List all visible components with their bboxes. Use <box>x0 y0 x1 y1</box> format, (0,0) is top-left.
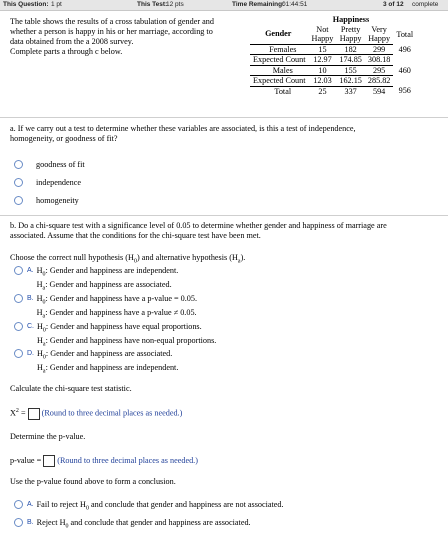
part-a-question: a. If we carry out a test to determine w… <box>10 124 356 143</box>
chi-square-row: X2 = (Round to three decimal places as ne… <box>10 406 435 420</box>
conclusion-option-b[interactable]: B. Reject H0 and conclude that gender an… <box>14 518 251 532</box>
p-value-prompt: Determine the p-value. <box>10 432 86 441</box>
hypothesis-prompt: Choose the correct null hypothesis (H0) … <box>10 253 246 265</box>
conclusion-prompt: Use the p-value found above to form a co… <box>10 477 176 486</box>
very-happy-header: Very Happy <box>364 24 394 45</box>
radio-button[interactable] <box>14 160 23 169</box>
hypothesis-option-a[interactable]: A. H0: Gender and happiness are independ… <box>14 266 178 294</box>
pretty-happy-header: Pretty Happy <box>336 24 365 45</box>
this-question-label: This Question: <box>3 1 49 8</box>
hypothesis-option-c[interactable]: C. H0: Gender and happiness have equal p… <box>14 322 216 350</box>
radio-button[interactable] <box>14 322 23 331</box>
conclusion-option-a[interactable]: A. Fail to reject H0 and conclude that g… <box>14 500 284 514</box>
chi-round-note: (Round to three decimal places as needed… <box>41 408 183 418</box>
progress-status: complete <box>412 1 439 8</box>
table-row: Expected Count 12.03 162.15 285.82 <box>250 75 416 87</box>
time-remaining-label: Time Remaining: <box>232 1 285 8</box>
p-round-note: (Round to three decimal places as needed… <box>57 455 198 465</box>
radio-button[interactable] <box>14 178 23 187</box>
table-row: Males 10 155 295 460 <box>250 65 416 76</box>
question-progress: 3 of 12 <box>383 1 404 8</box>
intro-line: Complete parts a through c below. <box>10 47 123 56</box>
intro-line: whether a person is happy in his or her … <box>10 27 213 36</box>
option-independence[interactable]: independence <box>14 178 81 187</box>
happiness-header: Happiness <box>332 15 370 24</box>
radio-button[interactable] <box>14 518 23 527</box>
p-value-input[interactable] <box>43 455 56 467</box>
intro-line: The table shows the results of a cross t… <box>10 17 214 26</box>
hypothesis-option-d[interactable]: D. H0: Gender and happiness are associat… <box>14 349 178 377</box>
total-header: Total <box>396 29 414 39</box>
table-row: Females 15 182 299 496 <box>250 44 416 55</box>
option-homogeneity[interactable]: homogeneity <box>14 196 79 205</box>
intro-line: data obtained from the a 2008 survey. <box>10 37 134 46</box>
status-bar: This Question: 1 pt This Test: 12 pts Ti… <box>0 0 448 11</box>
chi-square-input[interactable] <box>27 407 40 420</box>
not-happy-header: Not Happy <box>308 24 337 45</box>
p-value-label: p-value = <box>10 455 42 465</box>
this-question-points: 1 pt <box>51 1 62 8</box>
gender-header: Gender <box>250 24 309 45</box>
cross-tabulation-table: Happiness Gender Not Happy Pretty Happy Ve… <box>250 15 416 96</box>
this-test-points: 12 pts <box>166 1 184 8</box>
radio-button[interactable] <box>14 500 23 509</box>
option-goodness-of-fit[interactable]: goodness of fit <box>14 160 85 169</box>
question-intro: The table shows the results of a cross t… <box>10 17 250 57</box>
this-test-label: This Test: <box>137 1 168 8</box>
part-b-question: b. Do a chi-square test with a significa… <box>10 221 387 240</box>
divider <box>0 117 448 118</box>
radio-button[interactable] <box>14 266 23 275</box>
calc-prompt: Calculate the chi-square test statistic. <box>10 384 132 393</box>
divider <box>0 215 448 216</box>
p-value-row: p-value = (Round to three decimal places … <box>10 455 435 467</box>
time-remaining-value: 01:44:51 <box>282 1 308 8</box>
table-row: Expected Count 12.97 174.85 308.18 <box>250 54 416 66</box>
radio-button[interactable] <box>14 294 23 303</box>
table-row: Total 25 337 594 956 <box>274 86 411 96</box>
hypothesis-option-b[interactable]: B. H0: Gender and happiness have a p-val… <box>14 294 197 322</box>
radio-button[interactable] <box>14 349 23 358</box>
radio-button[interactable] <box>14 196 23 205</box>
